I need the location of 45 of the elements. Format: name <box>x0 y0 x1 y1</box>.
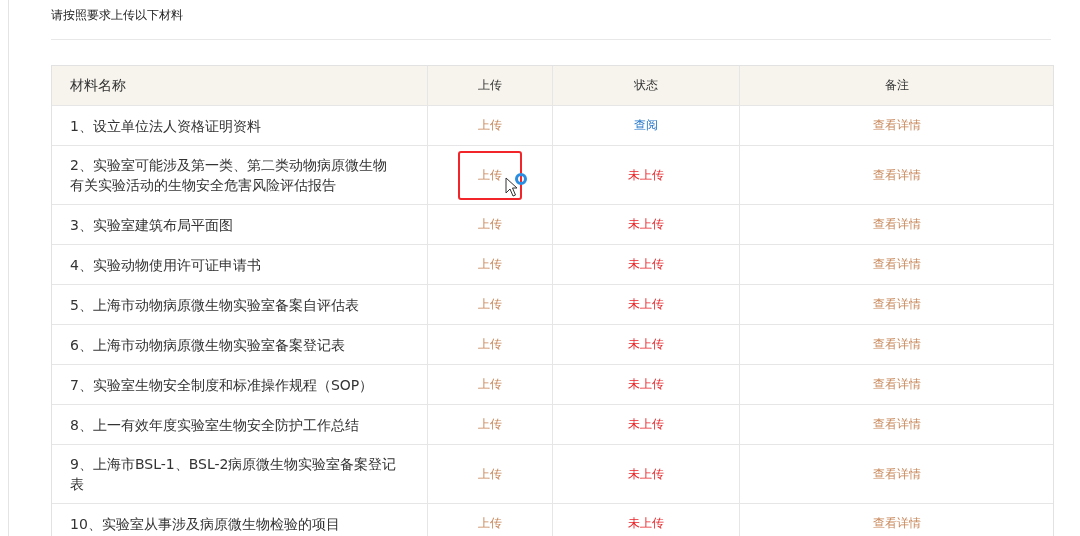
status-text: 未上传 <box>628 166 664 184</box>
upload-link[interactable]: 上传 <box>478 296 502 313</box>
details-link[interactable]: 查看详情 <box>872 216 921 233</box>
status-text: 未上传 <box>628 216 664 233</box>
details-link[interactable]: 查看详情 <box>872 376 921 393</box>
status-text: 未上传 <box>628 416 664 433</box>
column-header: 备注 <box>884 77 909 94</box>
status-text: 未上传 <box>628 296 664 313</box>
material-name: 5、上海市动物病原微生物实验室备案自评估表 <box>70 295 359 315</box>
status-text: 未上传 <box>628 256 664 273</box>
view-link[interactable]: 查阅 <box>634 117 658 134</box>
column-header: 上传 <box>478 77 502 94</box>
upload-link[interactable]: 上传 <box>478 216 502 233</box>
material-name: 8、上一有效年度实验室生物安全防护工作总结 <box>70 415 359 435</box>
material-name: 2、实验室可能涉及第一类、第二类动物病原微生物有关实验活动的生物安全危害风险评估报告 <box>70 156 388 195</box>
column-header: 状态 <box>634 77 658 94</box>
material-name: 10、实验室从事涉及病原微生物检验的项目 <box>70 514 340 534</box>
upload-link[interactable]: 上传 <box>478 376 502 393</box>
material-name: 4、实验动物使用许可证申请书 <box>70 255 261 275</box>
details-link[interactable]: 查看详情 <box>872 336 921 353</box>
details-link[interactable]: 查看详情 <box>872 117 921 134</box>
upload-link[interactable]: 上传 <box>478 515 502 532</box>
material-name: 3、实验室建筑布局平面图 <box>70 215 233 235</box>
material-name: 7、实验室生物安全制度和标准操作规程（SOP） <box>70 375 374 395</box>
instruction-text: 请按照要求上传以下材料 <box>51 7 183 24</box>
material-name: 6、上海市动物病原微生物实验室备案登记表 <box>70 335 345 355</box>
details-link[interactable]: 查看详情 <box>872 256 921 273</box>
details-link[interactable]: 查看详情 <box>872 296 921 313</box>
column-header: 材料名称 <box>70 76 126 95</box>
status-text: 未上传 <box>628 465 664 483</box>
status-text: 未上传 <box>628 376 664 393</box>
upload-link[interactable]: 上传 <box>478 166 502 184</box>
upload-link[interactable]: 上传 <box>478 256 502 273</box>
upload-link[interactable]: 上传 <box>478 465 502 483</box>
details-link[interactable]: 查看详情 <box>872 416 921 433</box>
status-text: 未上传 <box>628 515 664 532</box>
upload-link[interactable]: 上传 <box>478 416 502 433</box>
upload-link[interactable]: 上传 <box>478 117 502 134</box>
material-name: 1、设立单位法人资格证明资料 <box>70 116 261 136</box>
details-link[interactable]: 查看详情 <box>872 166 921 184</box>
upload-link[interactable]: 上传 <box>478 336 502 353</box>
status-text: 未上传 <box>628 336 664 353</box>
details-link[interactable]: 查看详情 <box>872 515 921 532</box>
details-link[interactable]: 查看详情 <box>872 465 921 483</box>
material-name: 9、上海市BSL-1、BSL-2病原微生物实验室备案登记表 <box>70 455 397 494</box>
